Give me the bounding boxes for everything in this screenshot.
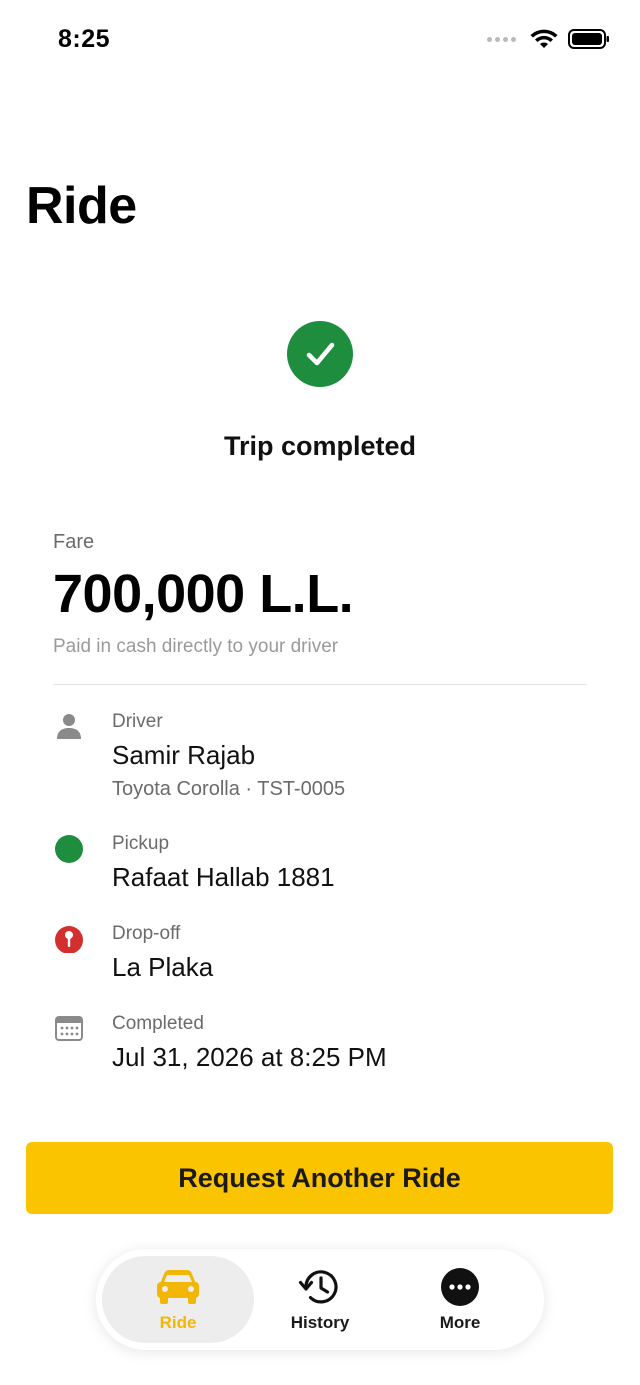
completed-datetime: Jul 31, 2026 at 8:25 PM — [112, 1042, 387, 1072]
car-icon — [155, 1267, 201, 1307]
dropoff-info: Drop-off La Plaka — [112, 922, 213, 985]
pickup-info: Pickup Rafaat Hallab 1881 — [112, 832, 335, 895]
status-bar: 8:25 — [0, 0, 640, 80]
completed-info: Completed Jul 31, 2026 at 8:25 PM — [112, 1012, 387, 1075]
cellular-signal-icon — [487, 36, 516, 42]
status-time: 8:25 — [58, 25, 111, 53]
dropoff-label: Drop-off — [112, 923, 181, 944]
fare-payment-note: Paid in cash directly to your driver — [53, 636, 339, 657]
divider — [53, 684, 587, 685]
history-icon — [298, 1267, 342, 1307]
fare-label: Fare — [53, 531, 95, 553]
tab-ride-label: Ride — [159, 1312, 197, 1332]
tab-history-label: History — [290, 1312, 350, 1332]
driver-info: Driver Samir Rajab Toyota Corolla · TST-… — [112, 710, 345, 803]
driver-name: Samir Rajab — [112, 740, 256, 770]
more-icon — [440, 1267, 480, 1307]
driver-label: Driver — [112, 711, 163, 732]
battery-icon — [568, 29, 609, 49]
page-title: Ride — [26, 177, 137, 235]
tab-more-label: More — [439, 1312, 481, 1332]
driver-vehicle: Toyota Corolla · TST-0005 — [112, 778, 346, 800]
tab-bar: Ride History More — [96, 1249, 544, 1350]
tab-ride[interactable]: Ride — [102, 1256, 254, 1343]
person-icon — [53, 710, 85, 742]
wifi-icon — [530, 29, 558, 48]
dropoff-address: La Plaka — [112, 952, 214, 982]
request-another-ride-button[interactable]: Request Another Ride — [26, 1142, 613, 1214]
pickup-dot-icon — [53, 832, 85, 864]
fare-amount: 700,000 L.L. — [53, 564, 354, 624]
completed-label: Completed — [112, 1013, 204, 1034]
trip-completed-check-icon — [287, 321, 353, 387]
pickup-address: Rafaat Hallab 1881 — [112, 862, 335, 892]
trip-status: Trip completed — [223, 431, 417, 461]
pickup-label: Pickup — [112, 833, 170, 854]
status-icons — [487, 28, 610, 50]
calendar-icon — [53, 1012, 85, 1044]
dropoff-pin-icon — [53, 922, 85, 954]
tab-history[interactable]: History — [244, 1256, 396, 1343]
tab-more[interactable]: More — [384, 1256, 536, 1343]
